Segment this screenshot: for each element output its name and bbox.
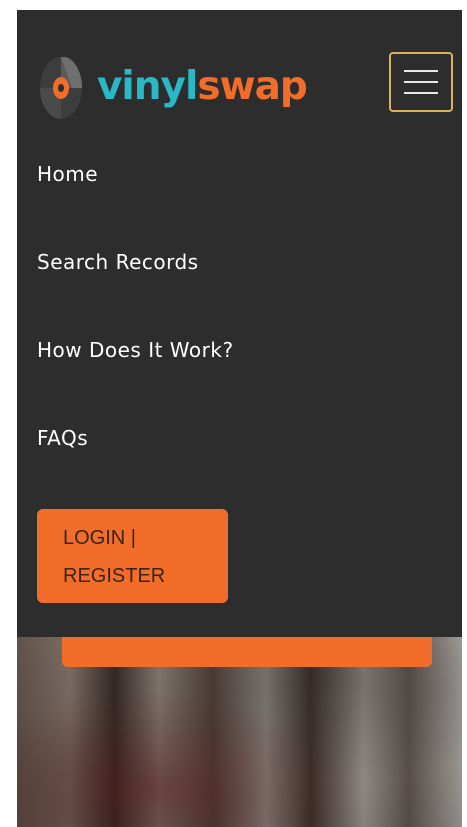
hamburger-menu-icon-bar-3 <box>404 92 438 94</box>
brand-wordmark-part1: vinyl <box>97 63 198 109</box>
nav-link-home[interactable]: Home <box>37 130 234 218</box>
app-frame: vinylswap Home Search Records How Does I… <box>17 10 462 827</box>
hamburger-menu-icon-bar-1 <box>404 70 438 72</box>
nav-menu: Home Search Records How Does It Work? FA… <box>37 130 234 482</box>
login-label: LOGIN | <box>63 527 136 549</box>
brand-wordmark-part2: swap <box>197 63 307 109</box>
login-register-button[interactable]: LOGIN | REGISTER <box>37 509 228 603</box>
brand-logo-link[interactable]: vinylswap <box>37 50 308 122</box>
nav-item-search-records: Search Records <box>37 218 234 306</box>
nav-link-how-it-works[interactable]: How Does It Work? <box>37 306 234 394</box>
nav-item-faqs: FAQs <box>37 394 234 482</box>
brand-wordmark: vinylswap <box>97 63 308 109</box>
nav-link-faqs[interactable]: FAQs <box>37 394 234 482</box>
vinyl-record-icon <box>40 57 83 119</box>
nav-item-home: Home <box>37 130 234 218</box>
hamburger-menu-icon-bar-2 <box>404 81 438 83</box>
navbar: vinylswap Home Search Records How Does I… <box>17 10 462 637</box>
hero-background-image <box>17 637 462 827</box>
nav-link-search-records[interactable]: Search Records <box>37 218 234 306</box>
nav-item-how-it-works: How Does It Work? <box>37 306 234 394</box>
hero-cta-button[interactable] <box>62 637 432 667</box>
register-label: REGISTER <box>63 565 166 587</box>
menu-toggle-button[interactable] <box>389 52 453 112</box>
